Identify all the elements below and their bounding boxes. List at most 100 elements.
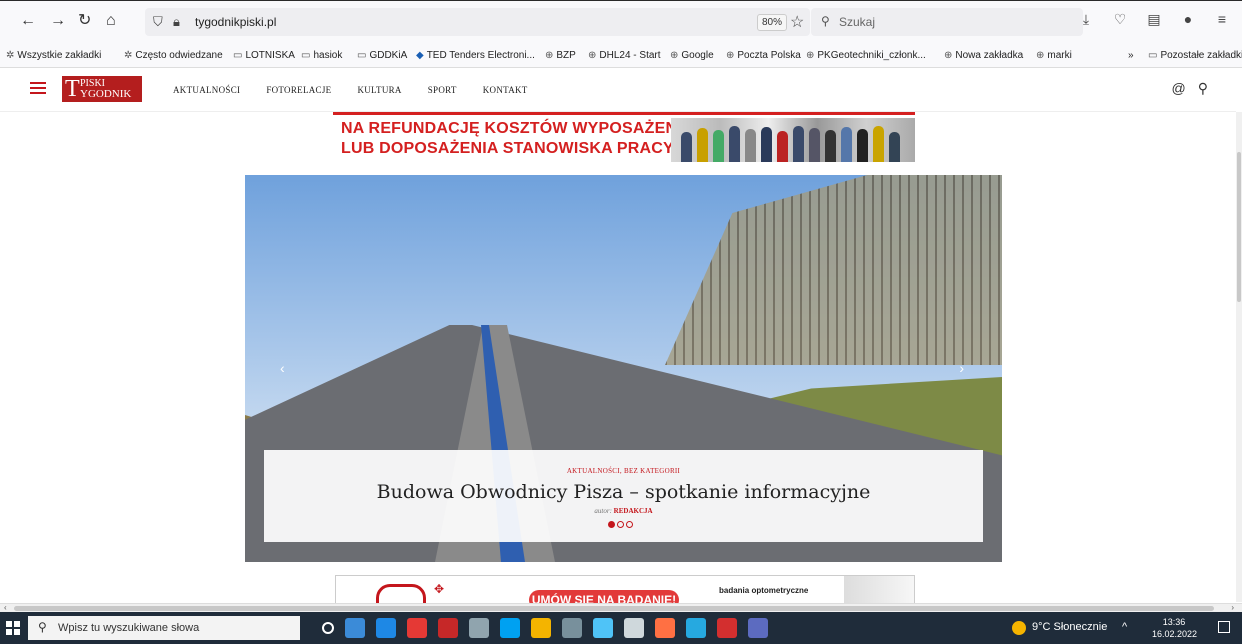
- folder-icon: ▭: [301, 50, 311, 61]
- globe-icon: ⊕: [670, 50, 679, 61]
- slider-dot[interactable]: [608, 521, 615, 528]
- hamburger-menu-icon[interactable]: [30, 82, 46, 97]
- slider-prev-icon[interactable]: ‹: [280, 360, 285, 376]
- menu-item-kontakt[interactable]: KONTAKT: [483, 85, 528, 95]
- site-header: T PISKI YGODNIK AKTUALNOŚCI FOTORELACJE …: [0, 68, 1236, 112]
- slide-title[interactable]: Budowa Obwodnicy Pisza – spotkanie infor…: [264, 481, 983, 503]
- taskbar-app-icon[interactable]: [345, 618, 365, 638]
- notification-icon[interactable]: [1218, 621, 1230, 633]
- url-bar[interactable]: ⛉ 🔒︎ tygodnikpiski.pl 80% ☆: [145, 8, 810, 36]
- logo-line2: YGODNIK: [80, 88, 132, 100]
- ad-banner-top[interactable]: NA REFUNDACJĘ KOSZTÓW WYPOSAŻENIA LUB DO…: [333, 112, 915, 162]
- taskbar-app-icon[interactable]: [500, 618, 520, 638]
- menu-item-sport[interactable]: SPORT: [428, 85, 457, 95]
- hscroll-thumb[interactable]: [14, 606, 1214, 611]
- bookmarks-overflow-button[interactable]: »: [1128, 50, 1134, 61]
- ad-logo: [376, 584, 426, 605]
- logo-letter: T: [65, 76, 80, 102]
- horizontal-scrollbar[interactable]: ‹ ›: [0, 603, 1242, 612]
- scroll-right-icon[interactable]: ›: [1231, 603, 1234, 612]
- lock-icon[interactable]: 🔒︎: [173, 14, 180, 30]
- globe-icon: ⊕: [588, 50, 597, 61]
- toolbar-icons: ⤓ ♡ ▤ ● ≡: [1078, 11, 1230, 28]
- taskbar-app-icon[interactable]: [531, 618, 551, 638]
- clock-time: 13:36: [1162, 617, 1186, 627]
- bookmark-folder[interactable]: ▭ GDDKiA: [357, 50, 407, 61]
- globe-icon: ⊕: [806, 50, 815, 61]
- vertical-scrollbar[interactable]: [1236, 112, 1242, 602]
- ad-banner-bottom[interactable]: ✥ UMÓW SIĘ NA BADANIE! badania optometry…: [335, 575, 915, 605]
- browser-search-box[interactable]: ⚲ Szukaj: [811, 8, 1083, 36]
- taskbar-app-icon[interactable]: [624, 618, 644, 638]
- bookmark-item[interactable]: ⊕ DHL24 - Start: [588, 50, 661, 61]
- taskbar-app-icon[interactable]: [376, 618, 396, 638]
- bookmark-item[interactable]: ◆ TED Tenders Electroni...: [416, 50, 535, 61]
- reader-view-icon[interactable]: ▤: [1146, 11, 1162, 28]
- account-icon[interactable]: ●: [1180, 11, 1196, 28]
- tray-expand-icon[interactable]: ^: [1122, 621, 1127, 633]
- windows-start-icon[interactable]: [6, 621, 20, 635]
- bookmark-star-icon[interactable]: ☆: [790, 12, 804, 32]
- menu-icon[interactable]: ≡: [1214, 11, 1230, 28]
- site-search-icon[interactable]: ⚲: [1198, 80, 1208, 97]
- taskbar-apps: [322, 618, 768, 638]
- bookmark-folder[interactable]: ▭ LOTNISKA: [233, 50, 295, 61]
- bookmark-item[interactable]: ⊕ Nowa zakładka: [944, 50, 1023, 61]
- slider-dot[interactable]: [626, 521, 633, 528]
- clock[interactable]: 13:36 16.02.2022: [1152, 616, 1197, 640]
- url-bar-container: ⛉ 🔒︎ tygodnikpiski.pl 80% ☆ ⚲ Szukaj: [145, 8, 1223, 36]
- taskbar-app-icon[interactable]: [593, 618, 613, 638]
- gear-icon: ✲: [6, 50, 15, 61]
- bookmark-item[interactable]: ⊕ PKGeotechniki_członk...: [806, 50, 926, 61]
- bookmark-item[interactable]: ✲ Często odwiedzane: [124, 50, 223, 61]
- download-icon[interactable]: ⤓: [1078, 11, 1094, 28]
- url-text[interactable]: tygodnikpiski.pl: [195, 15, 276, 29]
- scrollbar-thumb[interactable]: [1237, 152, 1241, 302]
- taskbar-app-icon[interactable]: [407, 618, 427, 638]
- author-label: autor:: [594, 507, 612, 515]
- windows-taskbar: ⚲ Wpisz tu wyszukiwane słowa 9°C Słonecz…: [0, 612, 1242, 644]
- shield-icon[interactable]: ⛉: [153, 14, 163, 30]
- slider-next-icon[interactable]: ›: [959, 360, 964, 376]
- menu-item-fotorelacje[interactable]: FOTORELACJE: [266, 85, 331, 95]
- email-icon[interactable]: @: [1172, 80, 1186, 97]
- taskbar-app-icon[interactable]: [469, 618, 489, 638]
- bookmark-item[interactable]: ⊕ Poczta Polska: [726, 50, 801, 61]
- taskbar-app-icon[interactable]: [322, 622, 334, 634]
- weather-sun-icon[interactable]: [1012, 621, 1026, 635]
- bookmark-item[interactable]: ⊕ marki: [1036, 50, 1072, 61]
- header-icons: @ ⚲: [1172, 80, 1208, 97]
- zoom-level[interactable]: 80%: [757, 14, 788, 31]
- bookmark-item[interactable]: ✲ Wszystkie zakładki: [6, 50, 101, 61]
- weather-text[interactable]: 9°C Słonecznie: [1032, 621, 1107, 633]
- home-icon[interactable]: ⌂: [106, 13, 116, 29]
- forward-arrow-icon[interactable]: →: [50, 13, 66, 29]
- ad-line2: LUB DOPOSAŻENIA STANOWISKA PRACY: [341, 140, 674, 157]
- bookmark-item[interactable]: ⊕ BZP: [545, 50, 576, 61]
- slide-author[interactable]: REDAKCJA: [614, 507, 653, 515]
- back-arrow-icon[interactable]: ←: [20, 13, 36, 29]
- menu-item-aktualnosci[interactable]: AKTUALNOŚCI: [173, 85, 240, 95]
- taskbar-app-icon[interactable]: [686, 618, 706, 638]
- scroll-left-icon[interactable]: ‹: [4, 603, 7, 612]
- slide-category[interactable]: AKTUALNOŚCI, BEZ KATEGORII: [264, 467, 983, 475]
- ted-icon: ◆: [416, 50, 424, 61]
- main-menu: AKTUALNOŚCI FOTORELACJE KULTURA SPORT KO…: [173, 85, 528, 95]
- site-logo[interactable]: T PISKI YGODNIK: [62, 76, 142, 102]
- pocket-icon[interactable]: ♡: [1112, 11, 1128, 28]
- menu-item-kultura[interactable]: KULTURA: [357, 85, 401, 95]
- slider-dot[interactable]: [617, 521, 624, 528]
- taskbar-app-icon[interactable]: [717, 618, 737, 638]
- bookmark-folder[interactable]: ▭ hasiok: [301, 50, 342, 61]
- taskbar-search[interactable]: ⚲ Wpisz tu wyszukiwane słowa: [28, 616, 300, 640]
- ad-text: badania optometryczne: [719, 586, 809, 595]
- folder-icon: ▭: [357, 50, 367, 61]
- other-bookmarks-folder[interactable]: ▭ Pozostałe zakładki: [1148, 50, 1242, 61]
- taskbar-app-icon[interactable]: [655, 618, 675, 638]
- reload-icon[interactable]: ↻: [78, 13, 91, 29]
- bookmark-item[interactable]: ⊕ Google: [670, 50, 714, 61]
- taskbar-app-icon[interactable]: [748, 618, 768, 638]
- featured-slider[interactable]: ‹ › AKTUALNOŚCI, BEZ KATEGORII Budowa Ob…: [245, 175, 1002, 562]
- taskbar-app-icon[interactable]: [438, 618, 458, 638]
- taskbar-app-icon[interactable]: [562, 618, 582, 638]
